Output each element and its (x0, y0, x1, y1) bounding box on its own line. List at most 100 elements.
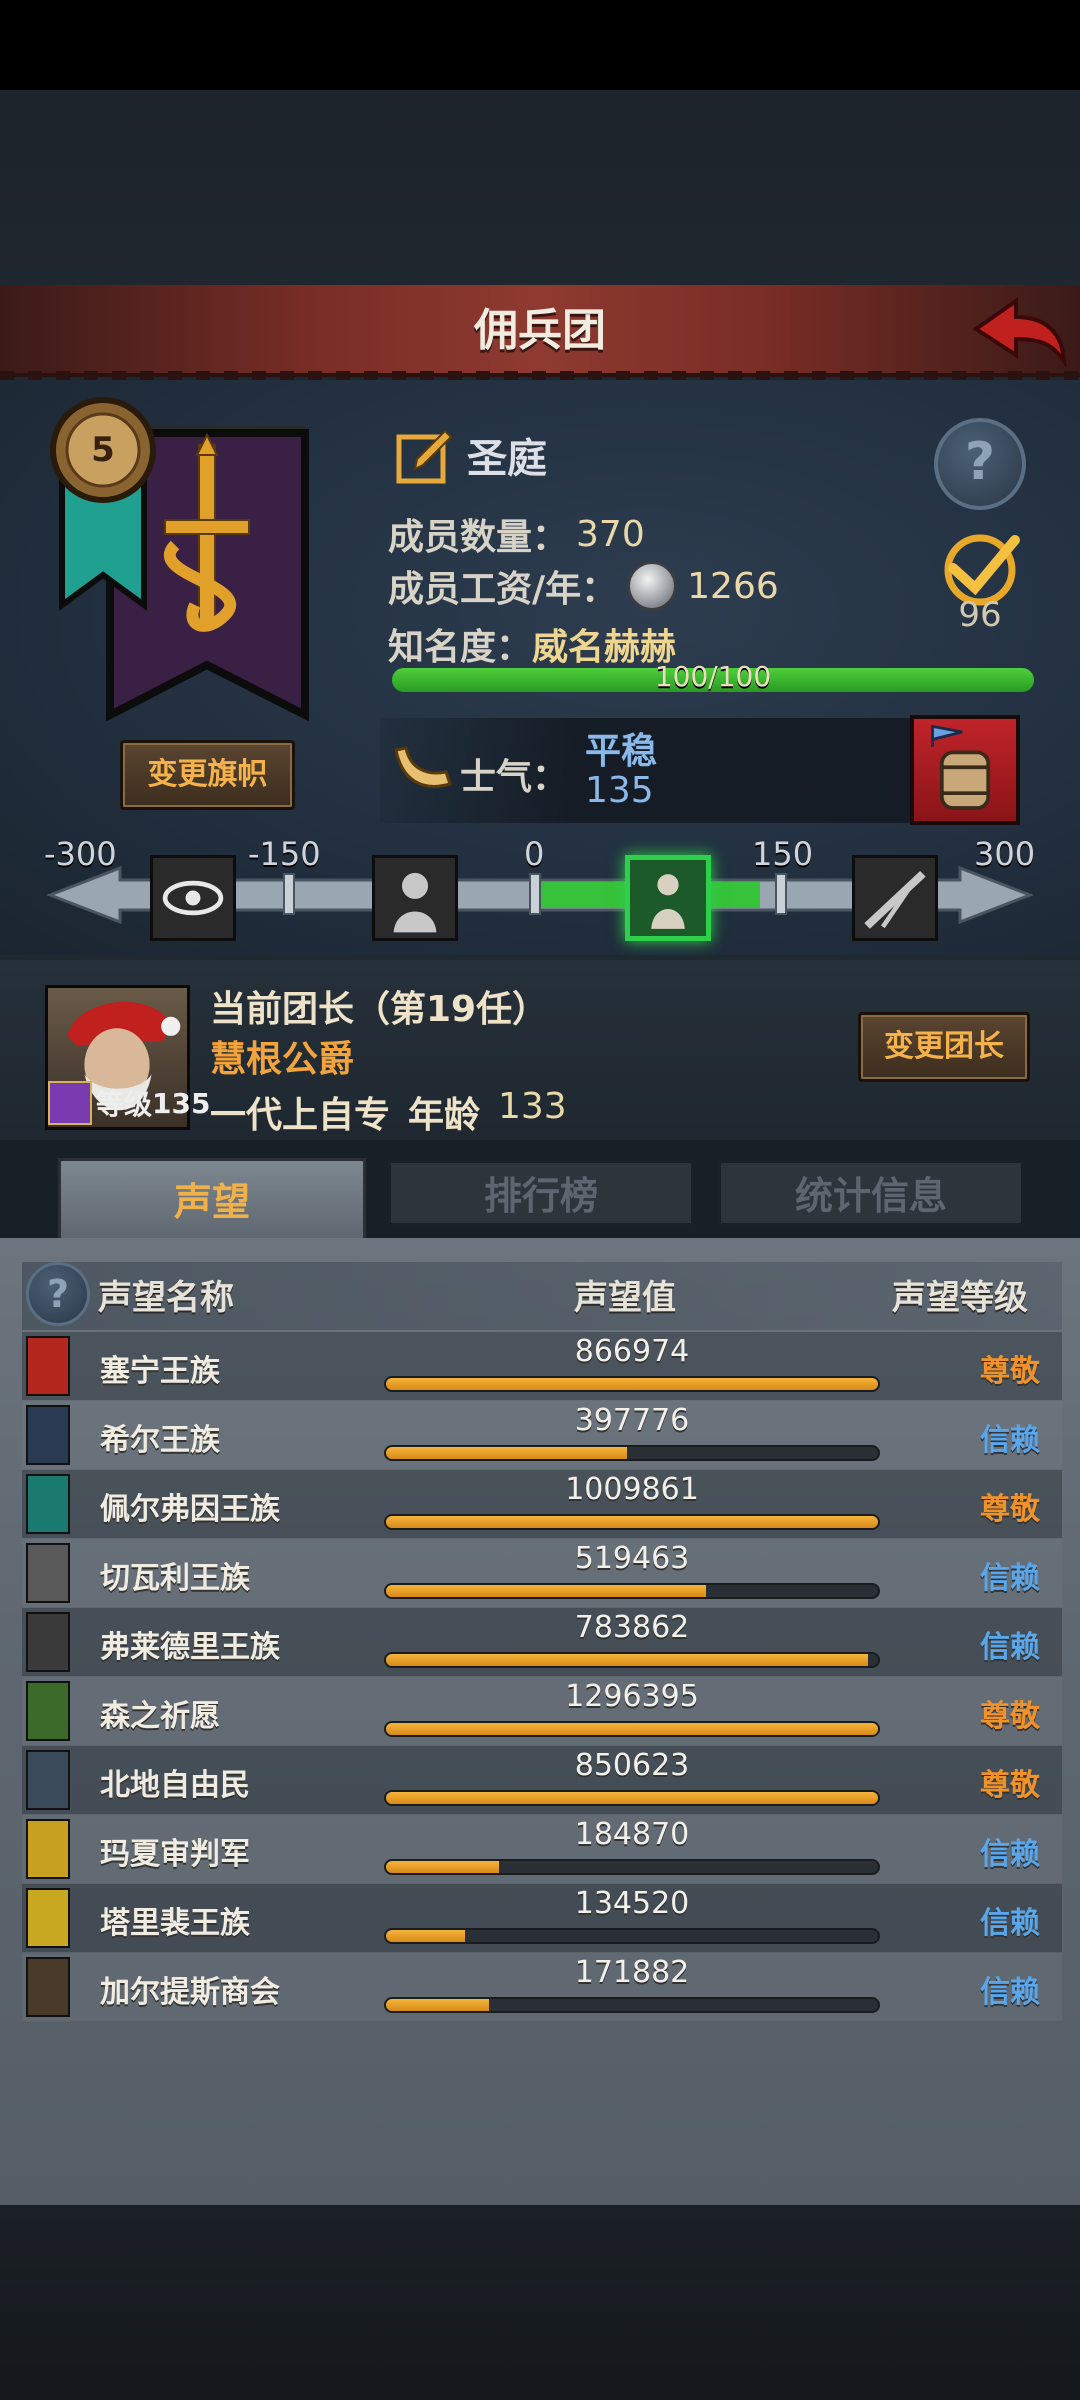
faction-crest-icon (26, 1681, 70, 1741)
reputation-value: 184870 (574, 1817, 690, 1852)
reputation-bar (384, 1376, 880, 1392)
faction-crest-icon (26, 1888, 70, 1948)
faction-crest-icon (26, 1405, 70, 1465)
edit-name-icon[interactable] (395, 425, 455, 485)
reputation-level: 信赖 (980, 1906, 1040, 1941)
scale-label-300: 300 (974, 835, 1036, 873)
reputation-level: 信赖 (980, 1423, 1040, 1458)
commander-name: 慧根公爵 (210, 1039, 355, 1080)
morale-value: 135 (585, 770, 654, 811)
col-value-header: 声望值 (574, 1278, 676, 1318)
reputation-bar (384, 1652, 880, 1668)
tab-ranking[interactable]: 排行榜 (388, 1160, 694, 1226)
level-label: 等级 (96, 1088, 153, 1121)
reputation-value: 1009861 (565, 1472, 699, 1507)
morale-steady-icon[interactable] (625, 855, 711, 941)
faction-crest-icon (26, 1474, 70, 1534)
faction-name: 希尔王族 (100, 1423, 220, 1458)
silver-coin-icon (627, 561, 678, 611)
reputation-level: 尊敬 (980, 1768, 1040, 1803)
faction-crest-icon (26, 1336, 70, 1396)
reputation-value: 519463 (574, 1541, 690, 1576)
morale-state: 平稳 (585, 731, 658, 772)
scale-label-150: 150 (752, 835, 814, 873)
faction-name: 森之祈愿 (100, 1699, 220, 1734)
wage-label: 成员工资/年： (388, 569, 618, 610)
change-commander-button[interactable]: 变更团长 (858, 1012, 1030, 1082)
morale-inspired-icon[interactable] (852, 855, 938, 941)
level-value: 135 (152, 1086, 211, 1120)
reputation-value: 397776 (574, 1403, 690, 1438)
faction-name: 佩尔弗因王族 (100, 1492, 280, 1527)
reputation-level: 信赖 (980, 1975, 1040, 2010)
skill-wand-icon (48, 1081, 92, 1125)
reputation-value: 866974 (574, 1334, 690, 1369)
commander-age-label: 年龄 (408, 1095, 481, 1136)
reputation-bar (384, 1928, 880, 1944)
reputation-help-icon[interactable]: ? (26, 1262, 90, 1326)
tab-reputation[interactable]: 声望 (58, 1158, 366, 1240)
col-name-header: 声望名称 (98, 1278, 234, 1318)
morale-label: 士气： (460, 757, 569, 798)
page-title: 佣兵团 (474, 305, 606, 356)
rank-badge-icon (50, 397, 156, 611)
members-stat: 成员数量： 370 (388, 508, 645, 560)
faction-name: 切瓦利王族 (100, 1561, 250, 1596)
reputation-value: 134520 (574, 1886, 690, 1921)
reputation-bar (384, 1445, 880, 1461)
faction-name: 塔里裴王族 (100, 1906, 250, 1941)
change-flag-button[interactable]: 变更旗帜 (120, 740, 295, 810)
faction-crest-icon (26, 1612, 70, 1672)
wage-value: 1266 (687, 565, 779, 607)
reputation-value: 850623 (574, 1748, 690, 1783)
reputation-bar-fill (386, 1999, 490, 2011)
scale-label-minus150: -150 (248, 835, 321, 873)
tab-statistics[interactable]: 统计信息 (718, 1160, 1024, 1226)
reputation-bar-fill (386, 1378, 878, 1390)
faction-crest-icon (26, 1750, 70, 1810)
bottom-area (0, 2205, 1080, 2400)
reputation-bar-fill (386, 1447, 628, 1459)
reputation-value: 783862 (574, 1610, 690, 1645)
faction-crest-icon (26, 1957, 70, 2017)
scale-label-0: 0 (524, 835, 545, 873)
reputation-bar (384, 1721, 880, 1737)
reputation-bar (384, 1514, 880, 1530)
faction-name: 弗莱德里王族 (100, 1630, 280, 1665)
members-value: 370 (576, 513, 645, 555)
help-icon[interactable]: ? (934, 418, 1026, 510)
morale-despair-icon[interactable] (372, 855, 458, 941)
wage-stat: 成员工资/年： 1266 (388, 560, 779, 612)
horn-icon (394, 746, 452, 788)
reputation-bar-fill (386, 1930, 465, 1942)
reputation-bar-fill (386, 1723, 878, 1735)
back-arrow-icon[interactable] (968, 295, 1068, 367)
reputation-bar-fill (386, 1861, 500, 1873)
reputation-level: 尊敬 (980, 1354, 1040, 1389)
reputation-level: 尊敬 (980, 1699, 1040, 1734)
col-level-header: 声望等级 (892, 1278, 1028, 1318)
supply-barrel-icon[interactable] (910, 715, 1020, 825)
reputation-value: 171882 (574, 1955, 690, 1990)
reputation-level: 信赖 (980, 1837, 1040, 1872)
faction-crest-icon (26, 1543, 70, 1603)
rank-badge-number: 5 (91, 430, 115, 470)
reputation-level: 信赖 (980, 1561, 1040, 1596)
commander-level: 等级 135 (48, 1078, 210, 1128)
faction-name: 塞宁王族 (100, 1354, 220, 1389)
commander-trait: 一代上自专 (210, 1095, 391, 1136)
morale-eye-icon[interactable] (150, 855, 236, 941)
title-bar: 佣兵团 (0, 285, 1080, 383)
faction-name: 北地自由民 (100, 1768, 250, 1803)
fame-progress-text: 100/100 (654, 660, 772, 693)
status-bar (0, 0, 1080, 90)
reputation-bar (384, 1859, 880, 1875)
reputation-bar (384, 1997, 880, 2013)
reputation-bar-fill (386, 1516, 878, 1528)
company-name-row: 圣庭 (395, 422, 547, 488)
reputation-level: 尊敬 (980, 1492, 1040, 1527)
reputation-bar (384, 1583, 880, 1599)
reputation-bar-fill (386, 1585, 706, 1597)
reputation-bar-fill (386, 1654, 869, 1666)
faction-crest-icon (26, 1819, 70, 1879)
